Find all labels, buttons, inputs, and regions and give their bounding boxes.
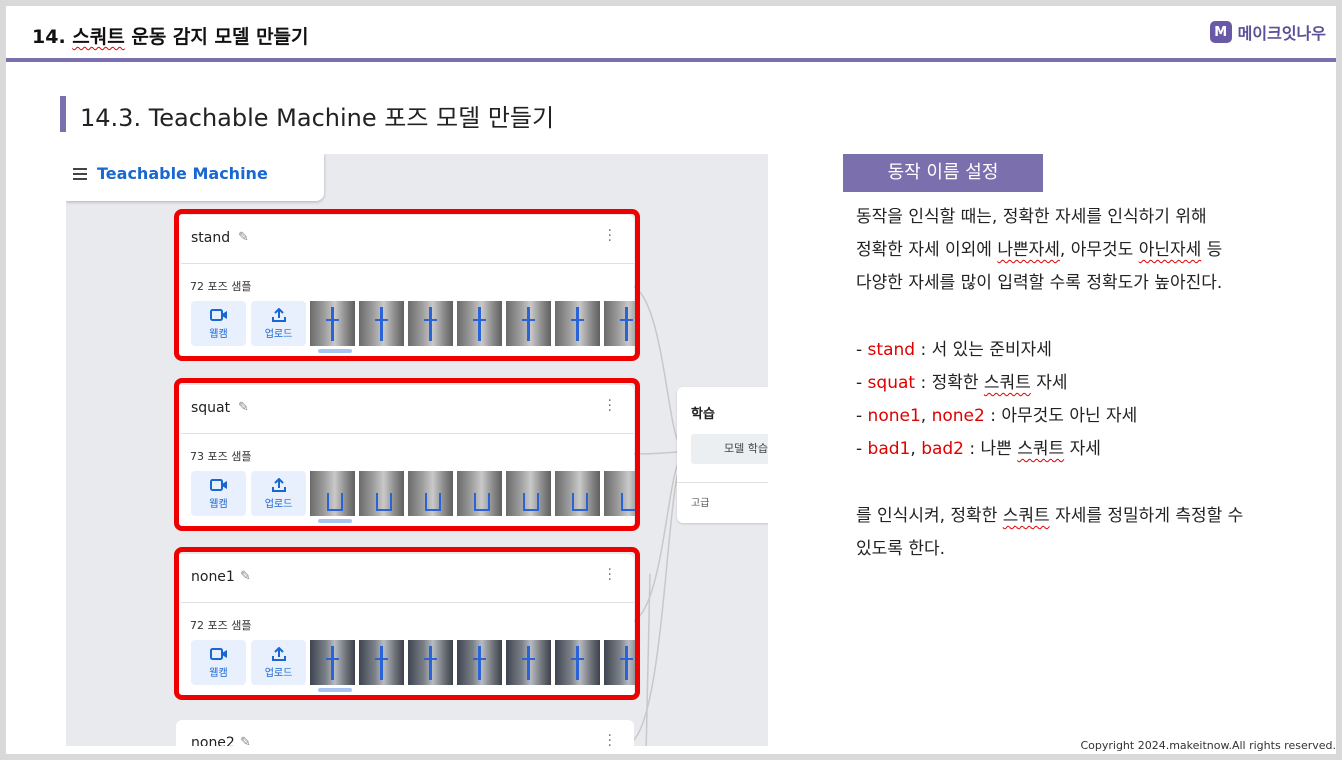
header-title-suffix: 운동 감지 모델 만들기 [124,26,309,48]
class-label: none2 [931,406,985,426]
topic-badge: 동작 이름 설정 [843,154,1043,192]
class-label: bad1 [867,439,911,459]
training-title: 학습 [691,407,715,422]
class-label: stand [867,340,916,360]
class-list: - stand : 서 있는 준비자세 - squat : 정확한 스쿼트 자세… [856,334,1137,466]
intro-paragraph: 동작을 인식할 때는, 정확한 자세를 인식하기 위해 정확한 자세 이외에 나… [856,201,1222,300]
slide: 14. 스쿼트 운동 감지 모델 만들기 M 메이크잇나우 14.3. Teac… [6,6,1336,754]
edit-pencil-icon[interactable]: ✎ [240,735,254,746]
logo-text: 메이크잇나우 [1237,24,1326,43]
outro-line-1: 를 인식시켜, 정확한 스쿼트 자세를 정밀하게 측정할 수 [856,506,1244,526]
header-divider [6,58,1336,62]
list-desc: : 나쁜 스쿼트 자세 [964,439,1101,459]
class-label: none1 [867,406,921,426]
list-item: - bad1, bad2 : 나쁜 스쿼트 자세 [856,433,1137,466]
intro-text: 정확한 자세 이외에 [856,240,998,260]
highlight-box [174,547,640,700]
advanced-toggle[interactable]: 고급 [691,494,709,509]
list-item: - squat : 정확한 스쿼트 자세 [856,367,1137,400]
section-marker [60,96,66,132]
list-sep: , [920,406,932,426]
app-header: Teachable Machine [66,154,324,201]
list-desc: : 정확한 스쿼트 자세 [915,373,1068,393]
intro-line-3: 다양한 자세를 많이 입력할 수록 정확도가 높아진다. [856,273,1223,293]
list-dash: - [856,340,868,360]
list-item: - none1, none2 : 아무것도 아닌 자세 [856,400,1137,433]
class-label: bad2 [921,439,965,459]
header-title-keyword: 스쿼트 [72,26,125,48]
app-title: Teachable Machine [97,164,268,183]
brand-logo: M 메이크잇나우 [1209,20,1326,44]
list-item: - stand : 서 있는 준비자세 [856,334,1137,367]
list-dash: - [856,373,868,393]
section-title: 14.3. Teachable Machine 포즈 모델 만들기 [80,104,555,132]
list-dash: - [856,439,868,459]
list-desc: : 서 있는 준비자세 [915,340,1052,360]
train-model-button[interactable]: 모델 학습 [691,434,768,464]
intro-line-1: 동작을 인식할 때는, 정확한 자세를 인식하기 위해 [856,207,1207,227]
list-dash: - [856,406,868,426]
teachable-machine-screenshot: Teachable Machine stand ✎ · · · 72 포즈 샘플 웹… [66,154,768,746]
header-title: 14. 스쿼트 운동 감지 모델 만들기 [32,22,309,49]
highlight-box [174,378,640,531]
class-label: squat [867,373,916,393]
intro-text: , 아무것도 [1059,240,1139,260]
outro-line-2: 있도록 한다. [856,539,946,559]
list-sep: , [910,439,922,459]
training-divider [677,482,768,483]
class-card-none2: none2 ✎ · · · [176,720,634,746]
logo-icon: M [1209,21,1232,43]
highlight-box [174,209,640,361]
copyright: Copyright 2024.makeitnow.All rights rese… [1080,739,1336,752]
more-options-icon[interactable]: · · · [608,729,612,746]
outro-paragraph: 를 인식시켜, 정확한 스쿼트 자세를 정밀하게 측정할 수 있도록 한다. [856,500,1243,566]
intro-line-2: 정확한 자세 이외에 나쁜자세, 아무것도 아닌자세 등 [856,234,1222,267]
intro-keyword: 아닌자세 [1138,240,1202,260]
header-title-prefix: 14. [32,26,73,48]
training-panel: 학습 모델 학습 고급 [677,387,768,523]
intro-text: 등 [1201,240,1223,260]
menu-icon[interactable] [73,168,87,180]
class-name[interactable]: none2 [191,735,235,746]
list-desc: : 아무것도 아닌 자세 [984,406,1138,426]
intro-keyword: 나쁜자세 [997,240,1060,260]
